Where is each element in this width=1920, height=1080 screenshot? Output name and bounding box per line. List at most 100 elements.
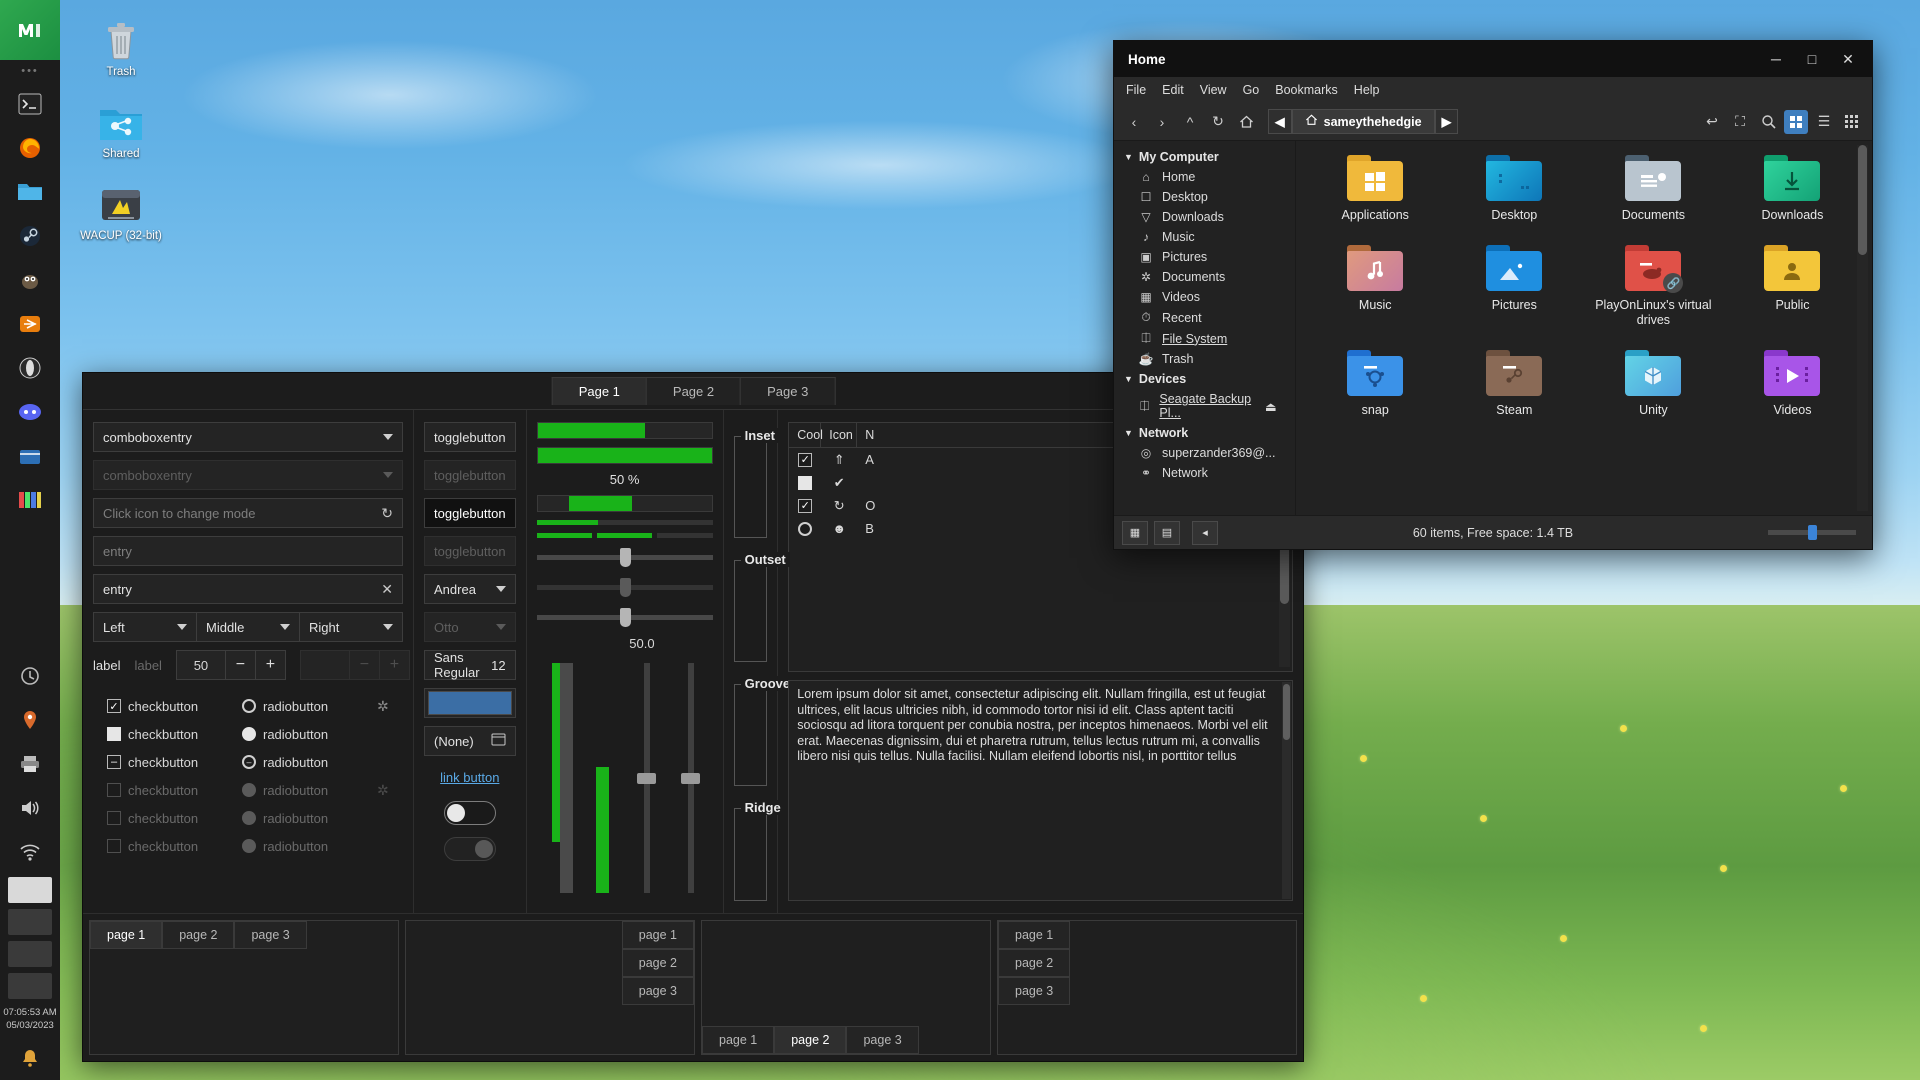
menu-bookmarks[interactable]: Bookmarks	[1275, 83, 1338, 97]
file-chooser-button[interactable]: (None)	[424, 726, 516, 756]
eject-icon[interactable]: ⏏	[1265, 399, 1285, 414]
pane-icon[interactable]: ◂	[1192, 521, 1218, 545]
nb3-tab-page-2[interactable]: page 2	[774, 1026, 846, 1054]
close-icon[interactable]: ✕	[381, 581, 393, 598]
bell-icon[interactable]	[8, 1038, 52, 1078]
menu-file[interactable]: File	[1126, 83, 1146, 97]
list-item[interactable]: 🔗 PlayOnLinux's virtual drives	[1584, 245, 1723, 328]
list-item[interactable]: Unity	[1584, 350, 1723, 418]
list-item[interactable]: Desktop	[1445, 155, 1584, 223]
combo-middle[interactable]: Middle	[196, 612, 299, 642]
sidebar-item-network[interactable]: ⚭Network	[1114, 463, 1295, 483]
icon-view-icon[interactable]	[1784, 110, 1808, 134]
textview[interactable]: Lorem ipsum dolor sit amet, consectetur …	[788, 680, 1293, 901]
file-manager-window[interactable]: Home ─ □ ✕ File Edit View Go Bookmarks H…	[1113, 40, 1873, 550]
breadcrumb-next[interactable]: ▶	[1435, 109, 1459, 134]
vscale-thumb[interactable]	[681, 773, 700, 784]
sidebar-item-network-share[interactable]: ◎superzander369@...	[1114, 443, 1295, 463]
zoom-slider-thumb[interactable]	[1808, 525, 1817, 540]
switch-on[interactable]	[444, 801, 496, 825]
window-button[interactable]	[8, 973, 52, 999]
sidebar-item-pictures[interactable]: ▣Pictures	[1114, 247, 1295, 267]
toggle-icon[interactable]: ⛶	[1728, 110, 1752, 134]
opera-icon[interactable]	[8, 348, 52, 388]
font-button[interactable]: Sans Regular 12	[424, 650, 516, 680]
list-item[interactable]: Documents	[1584, 155, 1723, 223]
entry-empty[interactable]: entry	[93, 536, 403, 566]
radiobutton-group-1[interactable]: radiobutton	[242, 699, 367, 714]
tab-page-1[interactable]: Page 1	[552, 377, 647, 405]
nb2-tab-page-3[interactable]: page 3	[622, 977, 694, 1005]
sidebar-item-documents[interactable]: ✲Documents	[1114, 267, 1295, 287]
notebook-tabs[interactable]: page 1 page 2 page 3	[998, 921, 1070, 1054]
list-item[interactable]: Applications	[1306, 155, 1445, 223]
list-item[interactable]: Videos	[1723, 350, 1862, 418]
desktop-icon-wacup[interactable]: WACUP (32-bit)	[68, 178, 174, 242]
radiobutton-group-2[interactable]: radiobutton	[242, 727, 367, 742]
sidebar-item-home[interactable]: ⌂Home	[1114, 167, 1295, 187]
window-button-active[interactable]	[8, 877, 52, 903]
sidebar-item-downloads[interactable]: ▽Downloads	[1114, 207, 1295, 227]
togglebutton-1[interactable]: togglebutton	[424, 422, 516, 452]
color-button[interactable]	[424, 688, 516, 718]
discord-icon[interactable]	[8, 392, 52, 432]
sidebar-item-file-system[interactable]: ⎅File System	[1114, 328, 1295, 349]
mint-menu-button[interactable]	[0, 0, 60, 60]
refresh-icon[interactable]: ↻	[381, 505, 393, 522]
files-icon[interactable]	[8, 172, 52, 212]
checkbutton-group-1[interactable]: ✓ checkbutton	[107, 699, 232, 714]
list-item[interactable]: Downloads	[1723, 155, 1862, 223]
radio-icon[interactable]	[242, 727, 256, 741]
radio-icon[interactable]	[242, 699, 256, 713]
menu-edit[interactable]: Edit	[1162, 83, 1184, 97]
scrollbar-vertical[interactable]	[1279, 544, 1290, 667]
checkbox-icon[interactable]: –	[107, 755, 121, 769]
notebook-tabs[interactable]: page 1 page 2 page 3	[702, 1026, 919, 1054]
widget-factory-top-tabs[interactable]: Page 1 Page 2 Page 3	[552, 377, 835, 405]
nb4-tab-page-3[interactable]: page 3	[998, 977, 1070, 1005]
combo-right[interactable]: Right	[299, 612, 403, 642]
breadcrumb-prev[interactable]: ◀	[1268, 109, 1292, 134]
sidebar-item-desktop[interactable]: ☐Desktop	[1114, 187, 1295, 207]
radio-icon[interactable]: –	[242, 755, 256, 769]
list-view-icon[interactable]: ☰	[1812, 110, 1836, 134]
list-item[interactable]: Pictures	[1445, 245, 1584, 328]
sidebar-group-my-computer[interactable]: ▼ My Computer	[1114, 147, 1295, 167]
checkbox-icon[interactable]	[107, 727, 121, 741]
printer-icon[interactable]	[8, 744, 52, 784]
search-mode-entry[interactable]: Click icon to change mode ↻	[93, 498, 403, 528]
checkbox-icon[interactable]: ✓	[107, 699, 121, 713]
spin-plus-button[interactable]: +	[255, 651, 285, 679]
menubar[interactable]: File Edit View Go Bookmarks Help	[1114, 77, 1872, 103]
sidebar-group-network[interactable]: ▼ Network	[1114, 423, 1295, 443]
spin-minus-button[interactable]: −	[225, 651, 255, 679]
desktop-icon-shared[interactable]: Shared	[75, 96, 167, 160]
nb3-tab-page-3[interactable]: page 3	[846, 1026, 918, 1054]
nb4-tab-page-2[interactable]: page 2	[998, 949, 1070, 977]
scale-c[interactable]	[537, 606, 713, 628]
list-item[interactable]: snap	[1306, 350, 1445, 418]
network-icon[interactable]	[8, 832, 52, 872]
minimize-button[interactable]: ─	[1758, 41, 1794, 77]
list-item[interactable]: Music	[1306, 245, 1445, 328]
colors-icon[interactable]	[8, 480, 52, 520]
checkbox-icon[interactable]: ✓	[798, 499, 812, 513]
scale-thumb[interactable]	[620, 548, 631, 567]
file-grid[interactable]: Applications Desktop	[1296, 141, 1872, 515]
notebook-tabs[interactable]: page 1 page 2 page 3	[622, 921, 694, 1054]
update-icon[interactable]	[8, 656, 52, 696]
menu-help[interactable]: Help	[1354, 83, 1380, 97]
scrollbar-vertical[interactable]	[1282, 682, 1291, 899]
search-icon[interactable]	[1756, 110, 1780, 134]
tab-page-2[interactable]: Page 2	[646, 377, 741, 405]
notebook-tabs[interactable]: page 1 page 2 page 3	[90, 921, 398, 949]
switch-off[interactable]	[444, 837, 496, 861]
vscale-thumb[interactable]	[637, 773, 656, 784]
home-icon[interactable]	[1234, 110, 1258, 134]
combo-name[interactable]: Andrea	[424, 574, 516, 604]
treeview-col-cool[interactable]: Cool	[789, 423, 821, 447]
terminal-icon[interactable]	[8, 84, 52, 124]
window-button[interactable]	[8, 909, 52, 935]
zoom-slider[interactable]	[1768, 530, 1856, 535]
sidebar-item-recent[interactable]: ⏱Recent	[1114, 307, 1295, 328]
